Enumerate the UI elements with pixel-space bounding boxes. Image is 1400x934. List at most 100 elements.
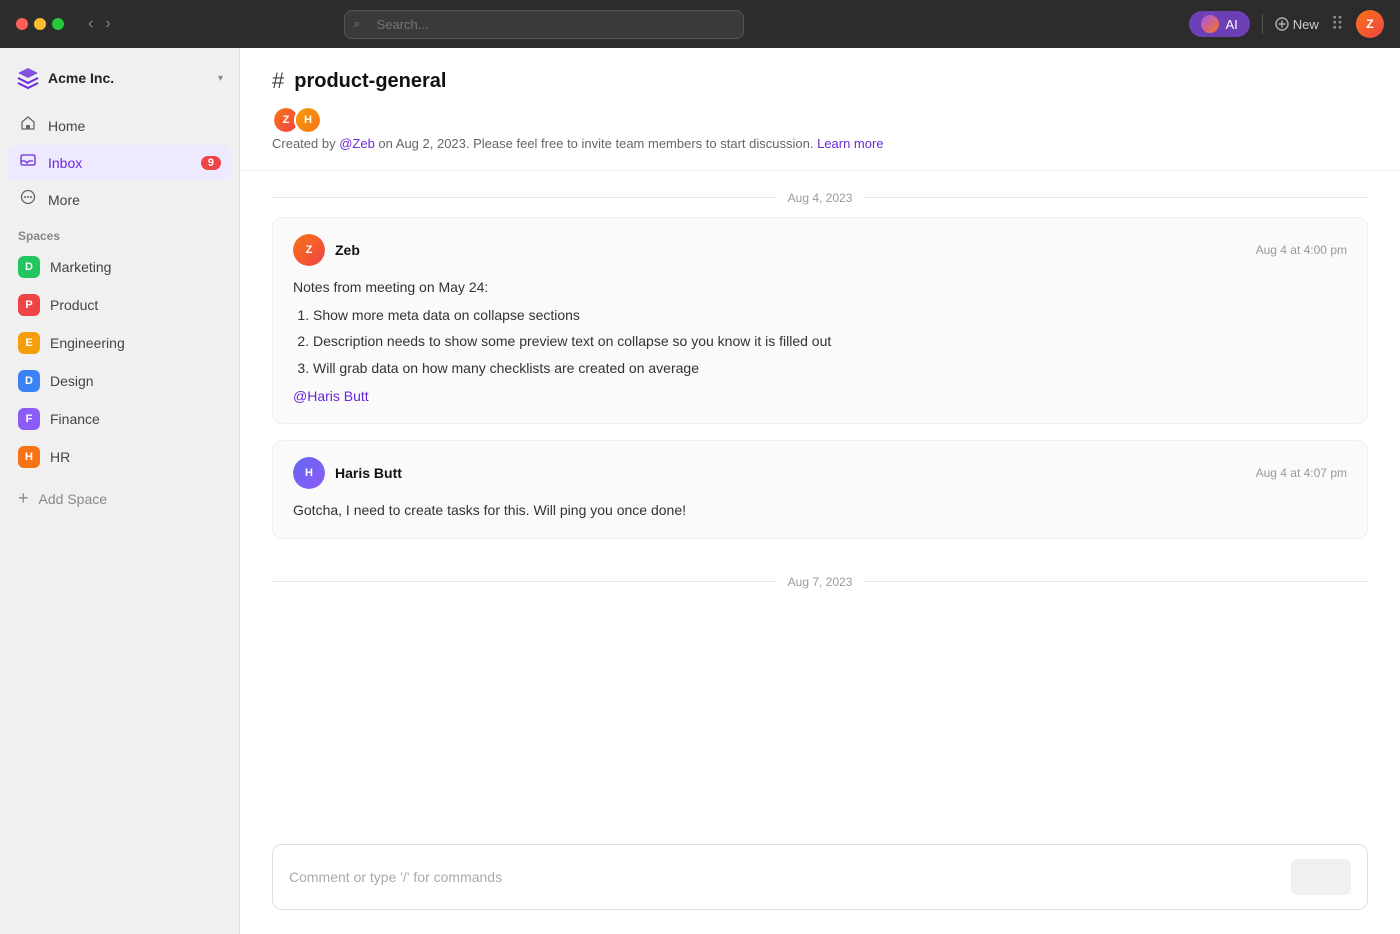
inbox-badge: 9 [201,156,221,170]
sidebar-item-finance[interactable]: F Finance [8,401,231,437]
new-button[interactable]: New [1275,17,1319,32]
add-space-button[interactable]: + Add Space [8,481,231,516]
date-divider-2: Aug 7, 2023 [272,555,1368,601]
close-button[interactable] [16,18,28,30]
member-avatar-img-2: H [296,108,320,132]
workspace-chevron-icon: ▾ [218,73,223,84]
channel-description: Created by @Zeb on Aug 2, 2023. Please f… [272,134,1368,154]
sidebar: Acme Inc. ▾ Home Inbox 9 [0,48,240,934]
msg-avatar-img-1: Z [293,234,325,266]
engineering-label: Engineering [50,335,125,351]
comment-area [240,828,1400,934]
list-item-3: Will grab data on how many checklists ar… [313,357,1347,379]
sidebar-item-hr[interactable]: H HR [8,439,231,475]
messages-area: Aug 4, 2023 Z Zeb Aug 4 at 4:00 pm Notes… [240,171,1400,829]
sidebar-item-product[interactable]: P Product [8,287,231,323]
send-button-area[interactable] [1291,859,1351,895]
msg-body-prefix-1: Notes from meeting on May 24: [293,276,1347,298]
description-suffix: on Aug 2, 2023. Please feel free to invi… [375,136,817,151]
comment-input-wrap [272,844,1368,910]
new-label: New [1293,17,1319,32]
plus-circle-icon [1275,17,1289,31]
msg-avatar-2: H [293,457,325,489]
titlebar-right: AI New ⠿ Z [1189,10,1384,38]
minimize-button[interactable] [34,18,46,30]
channel-header: # product-general Z H Created by @Zeb on… [240,48,1400,171]
comment-input[interactable] [289,869,1291,885]
msg-avatar-1: Z [293,234,325,266]
message-body-1: Notes from meeting on May 24: Show more … [293,276,1347,408]
finance-space-icon: F [18,408,40,430]
message-header-2: H Haris Butt Aug 4 at 4:07 pm [293,457,1347,489]
message-card-1: Z Zeb Aug 4 at 4:00 pm Notes from meetin… [272,217,1368,425]
content-area: # product-general Z H Created by @Zeb on… [240,48,1400,934]
sidebar-item-more[interactable]: More [8,182,231,217]
home-icon [18,115,38,136]
sidebar-item-engineering[interactable]: E Engineering [8,325,231,361]
msg-author-2: Haris Butt [335,465,402,481]
list-item-2: Description needs to show some preview t… [313,330,1347,352]
creator-mention[interactable]: @Zeb [339,136,375,151]
nav-arrows: ‹ › [84,13,115,35]
message-body-2: Gotcha, I need to create tasks for this.… [293,499,1347,521]
hr-label: HR [50,449,70,465]
grid-icon[interactable]: ⠿ [1331,14,1344,35]
inbox-icon [18,152,38,173]
home-label: Home [48,118,85,134]
hash-icon: # [272,68,284,94]
product-label: Product [50,297,98,313]
workspace-name: Acme Inc. [48,70,114,86]
message-header-1: Z Zeb Aug 4 at 4:00 pm [293,234,1347,266]
marketing-label: Marketing [50,259,111,275]
add-space-icon: + [18,488,29,509]
maximize-button[interactable] [52,18,64,30]
channel-title-row: # product-general [272,68,1368,94]
traffic-lights [16,18,64,30]
channel-name: product-general [294,70,446,93]
sidebar-item-home[interactable]: Home [8,108,231,143]
msg-author-1: Zeb [335,242,360,258]
description-prefix: Created by [272,136,339,151]
titlebar: ‹ › ⌕ AI New ⠿ Z [0,0,1400,48]
msg-list-1: Show more meta data on collapse sections… [293,304,1347,379]
engineering-space-icon: E [18,332,40,354]
learn-more-link[interactable]: Learn more [817,136,883,151]
design-label: Design [50,373,94,389]
search-input[interactable] [344,10,744,39]
marketing-space-icon: D [18,256,40,278]
workspace-header[interactable]: Acme Inc. ▾ [8,60,231,96]
ai-label: AI [1225,17,1237,32]
member-avatar-2: H [294,106,322,134]
workspace-logo-icon [16,66,40,90]
design-space-icon: D [18,370,40,392]
list-item-1: Show more meta data on collapse sections [313,304,1347,326]
channel-members: Z H [272,106,1368,134]
user-avatar-top[interactable]: Z [1356,10,1384,38]
msg-time-2: Aug 4 at 4:07 pm [1256,466,1347,480]
msg-time-1: Aug 4 at 4:00 pm [1256,243,1347,257]
spaces-section-label: Spaces [8,219,231,249]
product-space-icon: P [18,294,40,316]
forward-button[interactable]: › [101,13,114,35]
back-button[interactable]: ‹ [84,13,97,35]
hr-space-icon: H [18,446,40,468]
search-bar: ⌕ [344,10,744,39]
search-icon: ⌕ [354,17,361,32]
msg-mention-1[interactable]: @Haris Butt [293,388,369,404]
message-card-2: H Haris Butt Aug 4 at 4:07 pm Gotcha, I … [272,440,1368,538]
sidebar-item-design[interactable]: D Design [8,363,231,399]
more-icon [18,189,38,210]
titlebar-divider [1262,14,1263,34]
main-layout: Acme Inc. ▾ Home Inbox 9 [0,48,1400,934]
sidebar-item-inbox[interactable]: Inbox 9 [8,145,231,180]
ai-icon [1201,15,1219,33]
date-divider-1: Aug 4, 2023 [272,171,1368,217]
msg-avatar-img-2: H [293,457,325,489]
finance-label: Finance [50,411,100,427]
msg-body-text-2: Gotcha, I need to create tasks for this.… [293,499,1347,521]
inbox-label: Inbox [48,155,82,171]
more-label: More [48,192,80,208]
add-space-label: Add Space [39,491,108,507]
sidebar-item-marketing[interactable]: D Marketing [8,249,231,285]
ai-button[interactable]: AI [1189,11,1249,37]
